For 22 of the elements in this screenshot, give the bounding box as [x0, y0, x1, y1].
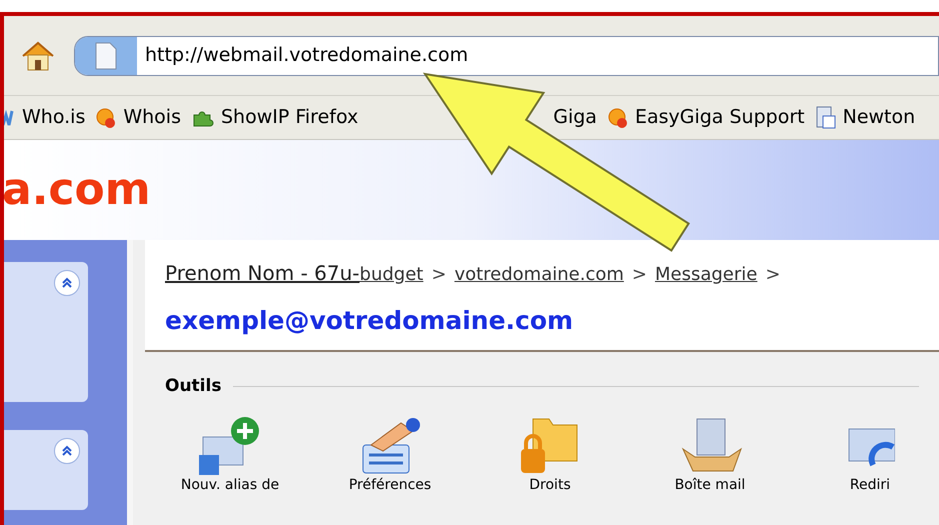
tool-button[interactable]: Nouv. alias de [165, 415, 295, 493]
breadcrumb-separator: > [431, 263, 446, 287]
bookmark-link[interactable]: Newton [842, 103, 916, 132]
breadcrumb-link[interactable]: budget [360, 261, 424, 288]
tool-button[interactable]: Préférences [325, 415, 455, 493]
account-email: exemple@votredomaine.com [165, 305, 574, 337]
account-owner-link[interactable]: Prenom Nom - 67u- [165, 258, 360, 288]
bookmark-link[interactable]: EasyGiga Support [634, 103, 805, 132]
address-field[interactable]: http://webmail.votredomaine.com [74, 36, 939, 76]
bookmark-link[interactable]: Whois [123, 103, 181, 132]
section-title: Outils [165, 374, 222, 398]
url-text: http://webmail.votredomaine.com [144, 43, 468, 68]
tool-button[interactable]: Droits [485, 415, 615, 493]
bookmark-link[interactable]: Giga [553, 103, 597, 132]
bookmark-link[interactable]: Who.is [22, 103, 86, 132]
breadcrumb-link[interactable]: votredomaine.com [454, 261, 624, 288]
breadcrumb-separator: > [765, 263, 780, 287]
tool-button[interactable]: Rediri [805, 415, 935, 493]
bookmark-link[interactable]: ShowIP Firefox [220, 103, 358, 132]
breadcrumb-separator: > [632, 263, 647, 287]
breadcrumb-link[interactable]: Messagerie [654, 261, 758, 288]
tool-button[interactable]: Boîte mail [645, 415, 775, 493]
